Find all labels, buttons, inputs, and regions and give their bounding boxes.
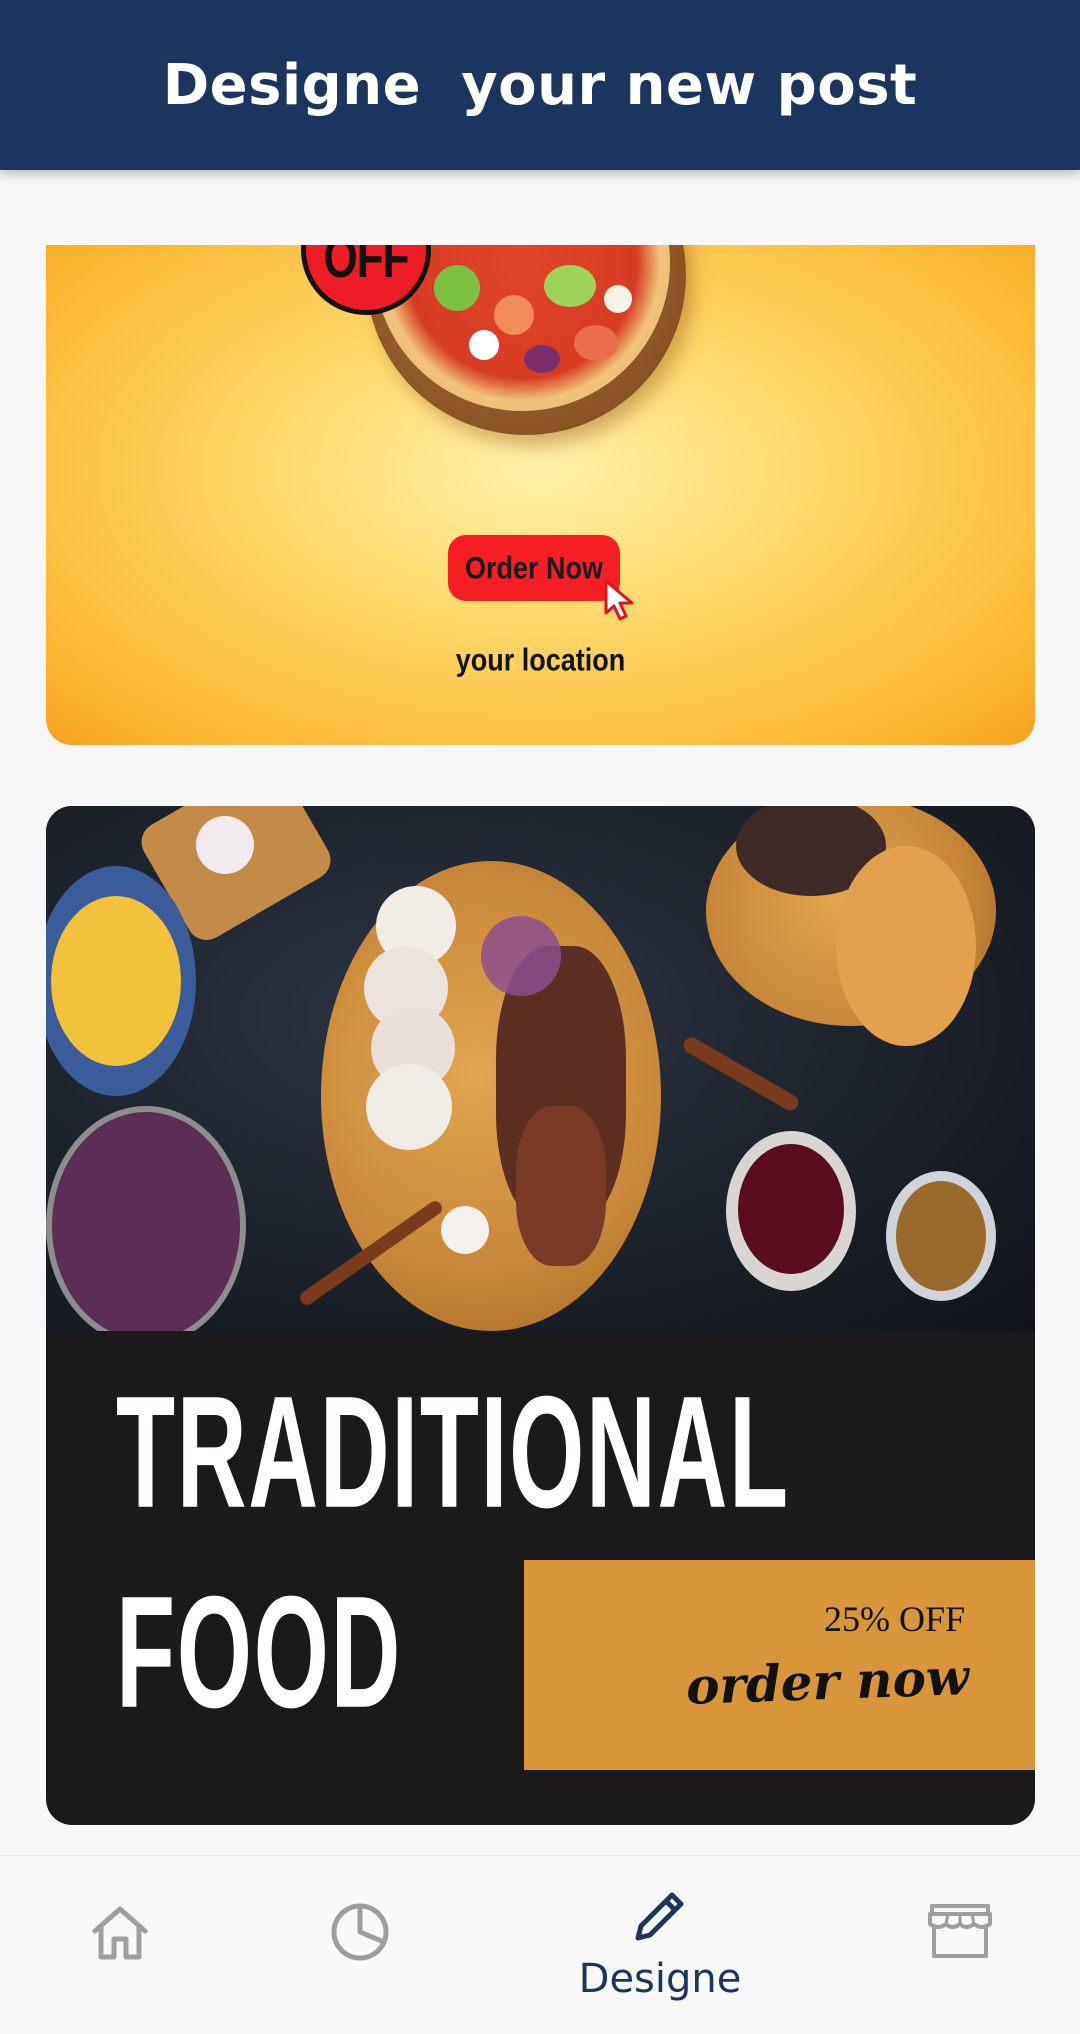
title-traditional: TRADITIONAL: [116, 1363, 790, 1542]
app-bar: Designe your new post: [0, 0, 1080, 170]
promo-box: 25% OFF order now: [524, 1560, 1035, 1770]
pencil-icon: [635, 1892, 684, 1941]
home-icon: [92, 1906, 148, 1960]
nav-item-store[interactable]: [900, 1856, 1020, 2034]
nav-item-designe[interactable]: Designe: [560, 1856, 760, 2034]
page-title: Designe your new post: [162, 52, 918, 118]
nav-label-designe: Designe: [578, 1956, 742, 2002]
food-photo: [46, 806, 1035, 1331]
nav-item-home[interactable]: [60, 1856, 180, 2034]
nav-item-stats[interactable]: [300, 1856, 420, 2034]
order-now-label: Order Now: [464, 550, 604, 585]
bottom-navigation: Designe: [0, 1855, 1080, 2033]
title-food: FOOD: [116, 1563, 403, 1742]
promo-cta: order now: [685, 1647, 970, 1716]
location-text: your location: [455, 642, 626, 678]
store-icon: [928, 1904, 992, 1958]
pie-chart-icon: [331, 1903, 389, 1961]
post-template-traditional-food[interactable]: TRADITIONAL FOOD 25% OFF order now: [46, 806, 1035, 1825]
post-feed[interactable]: OFF Order Now your location TRADITIONAL …: [0, 170, 1080, 1855]
discount-badge-label: OFF: [323, 245, 410, 291]
promo-discount: 25% OFF: [823, 1599, 965, 1639]
order-now-button: Order Now: [448, 535, 620, 601]
post-template-pizza[interactable]: OFF Order Now your location: [46, 245, 1035, 745]
cursor-icon: [604, 579, 634, 621]
